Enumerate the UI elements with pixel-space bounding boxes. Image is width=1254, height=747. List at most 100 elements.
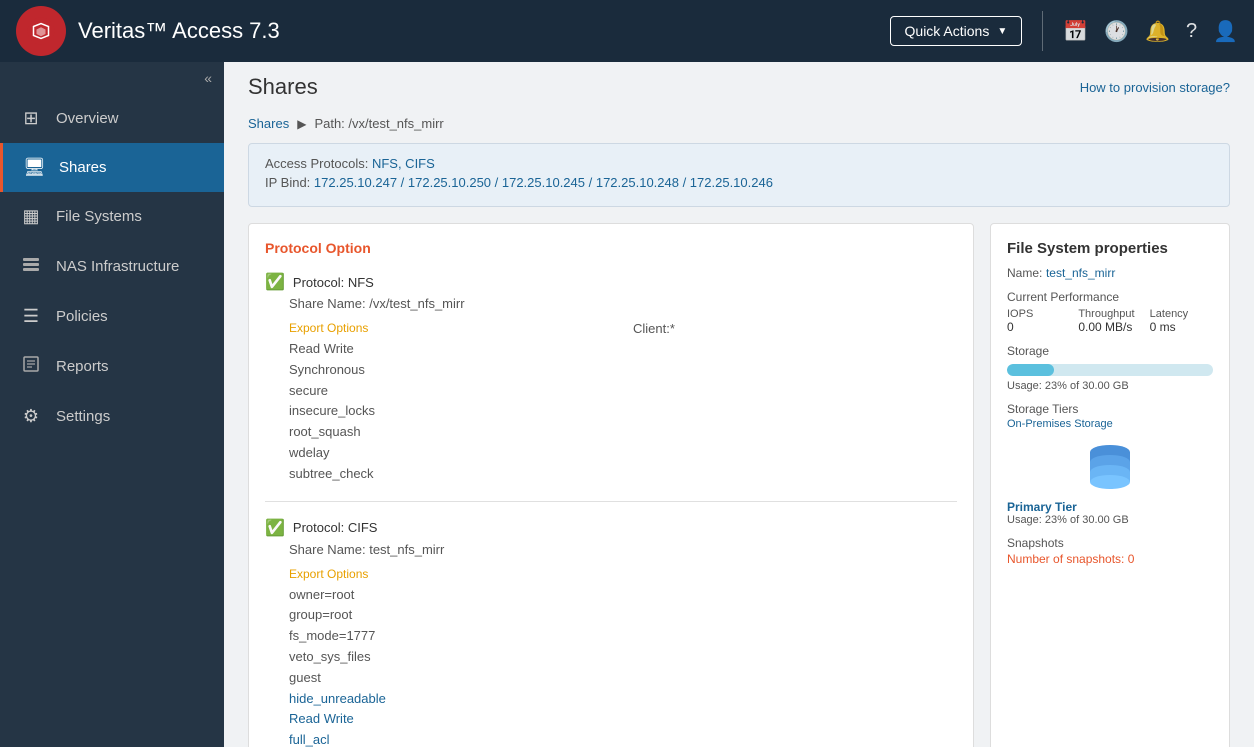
- page-title: Shares: [248, 74, 318, 100]
- cifs-export-option-1: group=root: [289, 605, 957, 626]
- layout: « ⊞ Overview 🖥 Shares ▦ File Systems NAS…: [0, 62, 1254, 747]
- cifs-protocol-name: Protocol: CIFS: [293, 520, 378, 535]
- user-icon[interactable]: 👤: [1213, 19, 1238, 44]
- cifs-export-option-6: Read Write: [289, 709, 957, 730]
- protocol-panel: Protocol Option ✅ Protocol: NFS Share Na…: [248, 223, 974, 747]
- breadcrumb-shares-link[interactable]: Shares: [248, 116, 289, 131]
- cifs-export-options-title: Export Options: [289, 567, 957, 581]
- cifs-check-icon: ✅: [265, 518, 285, 538]
- nfs-share-name: Share Name: /vx/test_nfs_mirr: [289, 296, 957, 311]
- help-icon[interactable]: ?: [1186, 20, 1197, 43]
- info-box: Access Protocols: NFS, CIFS IP Bind: 172…: [248, 143, 1230, 207]
- breadcrumb-separator: ▶: [297, 117, 306, 131]
- iops-label: IOPS: [1007, 308, 1070, 320]
- sidebar: « ⊞ Overview 🖥 Shares ▦ File Systems NAS…: [0, 62, 224, 747]
- cifs-cols: Export Options owner=root group=root fs_…: [289, 567, 957, 747]
- fs-name-label: Name:: [1007, 266, 1042, 280]
- sidebar-item-label: Policies: [56, 308, 108, 325]
- sidebar-item-shares[interactable]: 🖥 Shares: [0, 143, 224, 192]
- fs-properties-title: File System properties: [1007, 240, 1213, 257]
- sidebar-item-overview[interactable]: ⊞ Overview: [0, 94, 224, 143]
- nfs-check-icon: ✅: [265, 272, 285, 292]
- sidebar-item-nas-infrastructure[interactable]: NAS Infrastructure: [0, 241, 224, 292]
- nfs-export-option-0: Read Write: [289, 339, 613, 360]
- throughput-label: Throughput: [1078, 308, 1141, 320]
- header-divider: [1042, 11, 1043, 51]
- logo: [16, 6, 66, 56]
- storage-usage-text: Usage: 23% of 30.00 GB: [1007, 380, 1213, 392]
- sidebar-item-label: File Systems: [56, 208, 142, 225]
- schedule-icon[interactable]: 📅: [1063, 19, 1088, 44]
- nfs-export-option-4: root_squash: [289, 422, 613, 443]
- sidebar-item-policies[interactable]: ☰ Policies: [0, 292, 224, 341]
- cifs-export-col: Export Options owner=root group=root fs_…: [289, 567, 957, 747]
- protocol-panel-title: Protocol Option: [265, 240, 957, 256]
- sidebar-item-label: NAS Infrastructure: [56, 258, 179, 275]
- breadcrumb-current: Path: /vx/test_nfs_mirr: [314, 116, 443, 131]
- nfs-cols: Export Options Read Write Synchronous se…: [289, 321, 957, 485]
- sidebar-collapse-button[interactable]: «: [0, 62, 224, 94]
- snapshots-value: Number of snapshots: 0: [1007, 552, 1213, 566]
- nas-icon: [20, 255, 42, 278]
- history-icon[interactable]: 🕐: [1104, 19, 1129, 44]
- access-protocols-label: Access Protocols:: [265, 156, 368, 171]
- on-premises-label: On-Premises Storage: [1007, 418, 1213, 430]
- notifications-icon[interactable]: 🔔: [1145, 19, 1170, 44]
- nfs-export-option-1: Synchronous: [289, 360, 613, 381]
- ip-bind-label: IP Bind:: [265, 175, 310, 190]
- nfs-export-col: Export Options Read Write Synchronous se…: [289, 321, 613, 485]
- nfs-export-option-2: secure: [289, 381, 613, 402]
- content-area: Protocol Option ✅ Protocol: NFS Share Na…: [224, 223, 1254, 747]
- sidebar-item-settings[interactable]: ⚙ Settings: [0, 392, 224, 441]
- iops-col: IOPS 0: [1007, 308, 1070, 334]
- page-header: Shares How to provision storage?: [224, 62, 1254, 112]
- reports-icon: [20, 355, 42, 378]
- sidebar-item-label: Shares: [59, 159, 107, 176]
- throughput-value: 0.00 MB/s: [1078, 320, 1141, 334]
- ip-bind-value: 172.25.10.247 / 172.25.10.250 / 172.25.1…: [314, 175, 773, 190]
- sidebar-item-reports[interactable]: Reports: [0, 341, 224, 392]
- fs-name-value: test_nfs_mirr: [1046, 266, 1115, 280]
- cifs-export-option-7: full_acl: [289, 730, 957, 747]
- cifs-protocol-header: ✅ Protocol: CIFS: [265, 518, 957, 538]
- iops-value: 0: [1007, 320, 1070, 334]
- cifs-export-option-0: owner=root: [289, 585, 957, 606]
- storage-label: Storage: [1007, 344, 1213, 358]
- sidebar-item-label: Settings: [56, 408, 110, 425]
- sidebar-item-label: Reports: [56, 358, 109, 375]
- nfs-protocol-name: Protocol: NFS: [293, 275, 374, 290]
- access-protocols-value: NFS, CIFS: [372, 156, 435, 171]
- fs-name-row: Name: test_nfs_mirr: [1007, 265, 1213, 280]
- performance-row: IOPS 0 Throughput 0.00 MB/s Latency 0 ms: [1007, 308, 1213, 334]
- sidebar-item-label: Overview: [56, 110, 119, 127]
- file-systems-icon: ▦: [20, 206, 42, 227]
- cifs-export-option-4: guest: [289, 668, 957, 689]
- help-link[interactable]: How to provision storage?: [1080, 80, 1230, 95]
- nfs-client-label: Client:*: [633, 321, 675, 336]
- current-performance-label: Current Performance: [1007, 290, 1213, 304]
- policies-icon: ☰: [20, 306, 42, 327]
- nfs-client-col: Client:*: [633, 321, 957, 485]
- nfs-protocol-entry: ✅ Protocol: NFS Share Name: /vx/test_nfs…: [265, 272, 957, 502]
- fs-properties-panel: File System properties Name: test_nfs_mi…: [990, 223, 1230, 747]
- primary-usage-text: Usage: 23% of 30.00 GB: [1007, 514, 1213, 526]
- ip-bind-row: IP Bind: 172.25.10.247 / 172.25.10.250 /…: [265, 175, 1213, 190]
- breadcrumb: Shares ▶ Path: /vx/test_nfs_mirr: [224, 112, 1254, 143]
- throughput-col: Throughput 0.00 MB/s: [1078, 308, 1141, 334]
- latency-value: 0 ms: [1150, 320, 1213, 334]
- storage-tiers-title: Storage Tiers: [1007, 402, 1213, 416]
- quick-actions-button[interactable]: Quick Actions ▼: [890, 16, 1023, 46]
- nfs-export-option-5: wdelay: [289, 443, 613, 464]
- sidebar-item-file-systems[interactable]: ▦ File Systems: [0, 192, 224, 241]
- cifs-export-option-3: veto_sys_files: [289, 647, 957, 668]
- storage-bar-fill: [1007, 364, 1054, 376]
- snapshots-title: Snapshots: [1007, 536, 1213, 550]
- nfs-export-option-3: insecure_locks: [289, 401, 613, 422]
- cifs-export-option-2: fs_mode=1777: [289, 626, 957, 647]
- shares-icon: 🖥: [23, 157, 45, 178]
- settings-icon: ⚙: [20, 406, 42, 427]
- cifs-share-name: Share Name: test_nfs_mirr: [289, 542, 957, 557]
- nfs-export-option-6: subtree_check: [289, 464, 613, 485]
- overview-icon: ⊞: [20, 108, 42, 129]
- storage-bar-background: [1007, 364, 1213, 376]
